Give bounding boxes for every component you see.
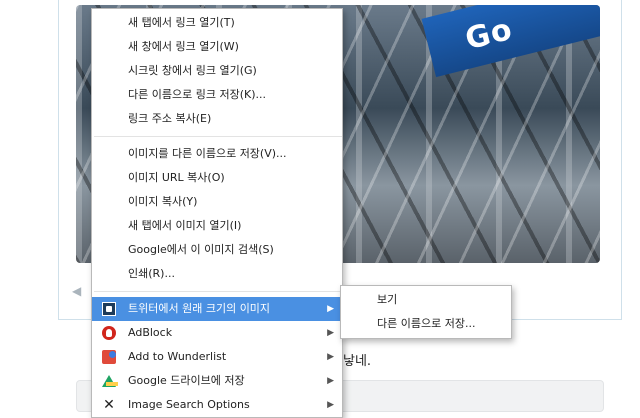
menu-item-add-to-wunderlist[interactable]: Add to Wunderlist ▶ xyxy=(92,345,342,369)
menu-item-print[interactable]: 인쇄(R)... xyxy=(92,262,342,286)
menu-item-copy-link-address[interactable]: 링크 주소 복사(E) xyxy=(92,107,342,131)
menu-item-copy-image[interactable]: 이미지 복사(Y) xyxy=(92,190,342,214)
menu-item-label: Google 드라이브에 저장 xyxy=(128,374,245,387)
submenu-arrow-icon: ▶ xyxy=(327,328,334,338)
submenu-arrow-icon: ▶ xyxy=(327,304,334,314)
photo-sign-text: Go xyxy=(461,11,517,58)
menu-item-open-link-incognito[interactable]: 시크릿 창에서 링크 열기(G) xyxy=(92,59,342,83)
submenu-item-view[interactable]: 보기 xyxy=(341,288,511,312)
menu-item-adblock[interactable]: AdBlock ▶ xyxy=(92,321,342,345)
adblock-icon xyxy=(102,326,116,340)
menu-separator xyxy=(94,136,342,137)
submenu-arrow-icon: ▶ xyxy=(327,400,334,410)
menu-item-twitter-original-image[interactable]: 트위터에서 원래 크기의 이미지 ▶ xyxy=(92,297,342,321)
menu-item-open-link-new-window[interactable]: 새 창에서 링크 열기(W) xyxy=(92,35,342,59)
menu-item-copy-image-url[interactable]: 이미지 URL 복사(O) xyxy=(92,166,342,190)
menu-item-save-to-google-drive[interactable]: Google 드라이브에 저장 ▶ xyxy=(92,369,342,393)
menu-separator xyxy=(94,291,342,292)
twitter-image-submenu: 보기 다른 이름으로 저장... xyxy=(340,285,512,339)
submenu-arrow-icon: ▶ xyxy=(327,352,334,362)
menu-item-save-link-as[interactable]: 다른 이름으로 링크 저장(K)... xyxy=(92,83,342,107)
wunderlist-icon xyxy=(102,350,116,364)
google-drive-icon xyxy=(102,375,118,387)
menu-item-label: Add to Wunderlist xyxy=(128,350,227,363)
context-menu: 새 탭에서 링크 열기(T) 새 창에서 링크 열기(W) 시크릿 창에서 링크… xyxy=(91,8,343,418)
submenu-item-save-as[interactable]: 다른 이름으로 저장... xyxy=(341,312,511,336)
menu-item-save-image-as[interactable]: 이미지를 다른 이름으로 저장(V)... xyxy=(92,142,342,166)
photo-sign: Go xyxy=(421,5,600,78)
menu-item-image-search-options[interactable]: ✕ Image Search Options ▶ xyxy=(92,393,342,417)
tweet-text: 낳네. xyxy=(343,354,372,369)
twitter-image-icon xyxy=(102,302,116,316)
submenu-arrow-icon: ▶ xyxy=(327,376,334,386)
menu-item-open-link-new-tab[interactable]: 새 탭에서 링크 열기(T) xyxy=(92,11,342,35)
menu-item-label: 트위터에서 원래 크기의 이미지 xyxy=(128,302,271,315)
menu-item-label: AdBlock xyxy=(128,326,173,339)
media-prev-arrow-icon[interactable]: ◀ xyxy=(72,284,81,298)
image-search-icon: ✕ xyxy=(103,397,115,413)
menu-item-search-google-image[interactable]: Google에서 이 이미지 검색(S) xyxy=(92,238,342,262)
menu-item-open-image-new-tab[interactable]: 새 탭에서 이미지 열기(I) xyxy=(92,214,342,238)
